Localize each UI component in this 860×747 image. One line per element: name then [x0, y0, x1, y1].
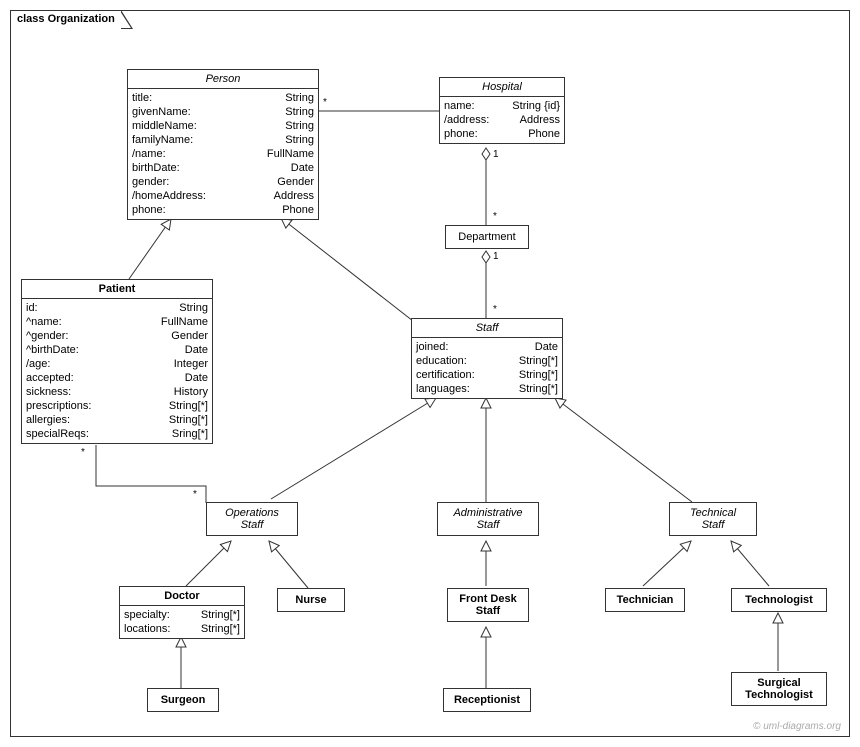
class-tech-staff: Technical Staff	[669, 502, 757, 536]
class-technician: Technician	[605, 588, 685, 612]
class-ops-staff: Operations Staff	[206, 502, 298, 536]
mult-hosp-dept-1: 1	[493, 149, 499, 160]
class-doctor: Doctor specialty:String[*]locations:Stri…	[119, 586, 245, 639]
mult-person-hospital: *	[323, 97, 327, 108]
attribute-row: id:String	[26, 301, 208, 315]
attribute-row: middleName:String	[132, 119, 314, 133]
attribute-row: /name:FullName	[132, 147, 314, 161]
mult-ops-bottom: *	[193, 489, 197, 500]
attribute-row: ^birthDate:Date	[26, 343, 208, 357]
attribute-row: name:String {id}	[444, 99, 560, 113]
class-patient-body: id:String^name:FullName^gender:Gender^bi…	[22, 299, 212, 443]
class-doctor-title: Doctor	[120, 587, 244, 606]
class-receptionist: Receptionist	[443, 688, 531, 712]
class-surgeon: Surgeon	[147, 688, 219, 712]
class-admin-staff: Administrative Staff	[437, 502, 539, 536]
class-person-title: Person	[128, 70, 318, 89]
mult-dept-staff-star: *	[493, 304, 497, 315]
attribute-row: title:String	[132, 91, 314, 105]
attribute-row: /homeAddress:Address	[132, 189, 314, 203]
class-surgtech-title2: Technologist	[745, 689, 813, 701]
attribute-row: prescriptions:String[*]	[26, 399, 208, 413]
attribute-row: specialReqs:Sring[*]	[26, 427, 208, 441]
mult-hosp-dept-star: *	[493, 211, 497, 222]
class-frontdesk-title1: Front Desk	[459, 593, 516, 605]
attribute-row: joined:Date	[416, 340, 558, 354]
class-patient-title: Patient	[99, 283, 136, 295]
class-nurse-title: Nurse	[278, 589, 344, 611]
class-patient: Patient id:String^name:FullName^gender:G…	[21, 279, 213, 444]
class-hospital: Hospital name:String {id}/address:Addres…	[439, 77, 565, 144]
class-frontdesk-title2: Staff	[476, 605, 500, 617]
attribute-row: specialty:String[*]	[124, 608, 240, 622]
class-person-body: title:StringgivenName:StringmiddleName:S…	[128, 89, 318, 219]
class-surgtech-title1: Surgical	[757, 677, 800, 689]
class-department: Department	[445, 225, 529, 249]
attribute-row: birthDate:Date	[132, 161, 314, 175]
class-receptionist-title: Receptionist	[444, 689, 530, 711]
class-hospital-body: name:String {id}/address:Addressphone:Ph…	[440, 97, 564, 143]
class-ops-staff-title1: Operations	[225, 507, 279, 519]
class-staff-body: joined:Dateeducation:String[*]certificat…	[412, 338, 562, 398]
attribute-row: accepted:Date	[26, 371, 208, 385]
attribute-row: givenName:String	[132, 105, 314, 119]
class-department-title: Department	[446, 226, 528, 248]
attribute-row: familyName:String	[132, 133, 314, 147]
class-technician-title: Technician	[606, 589, 684, 611]
mult-dept-staff-1: 1	[493, 251, 499, 262]
attribute-row: locations:String[*]	[124, 622, 240, 636]
mult-ops-top: *	[81, 447, 85, 458]
class-staff: Staff joined:Dateeducation:String[*]cert…	[411, 318, 563, 399]
attribute-row: ^gender:Gender	[26, 329, 208, 343]
uml-frame: class Organization	[10, 10, 850, 737]
attribute-row: allergies:String[*]	[26, 413, 208, 427]
class-hospital-title: Hospital	[440, 78, 564, 97]
class-technologist-title: Technologist	[732, 589, 826, 611]
attribute-row: education:String[*]	[416, 354, 558, 368]
class-surgtech: Surgical Technologist	[731, 672, 827, 706]
class-nurse: Nurse	[277, 588, 345, 612]
class-person: Person title:StringgivenName:Stringmiddl…	[127, 69, 319, 220]
class-surgeon-title: Surgeon	[148, 689, 218, 711]
attribute-row: phone:Phone	[444, 127, 560, 141]
attribute-row: /address:Address	[444, 113, 560, 127]
attribute-row: /age:Integer	[26, 357, 208, 371]
attribute-row: gender:Gender	[132, 175, 314, 189]
attribute-row: phone:Phone	[132, 203, 314, 217]
class-admin-staff-title2: Staff	[477, 519, 500, 531]
class-admin-staff-title1: Administrative	[453, 507, 522, 519]
attribute-row: ^name:FullName	[26, 315, 208, 329]
class-tech-staff-title2: Staff	[702, 519, 725, 531]
class-staff-title: Staff	[412, 319, 562, 338]
class-doctor-body: specialty:String[*]locations:String[*]	[120, 606, 244, 638]
class-frontdesk: Front Desk Staff	[447, 588, 529, 622]
attribute-row: sickness:History	[26, 385, 208, 399]
class-ops-staff-title2: Staff	[241, 519, 264, 531]
class-tech-staff-title1: Technical	[690, 507, 736, 519]
attribute-row: languages:String[*]	[416, 382, 558, 396]
class-technologist: Technologist	[731, 588, 827, 612]
attribute-row: certification:String[*]	[416, 368, 558, 382]
